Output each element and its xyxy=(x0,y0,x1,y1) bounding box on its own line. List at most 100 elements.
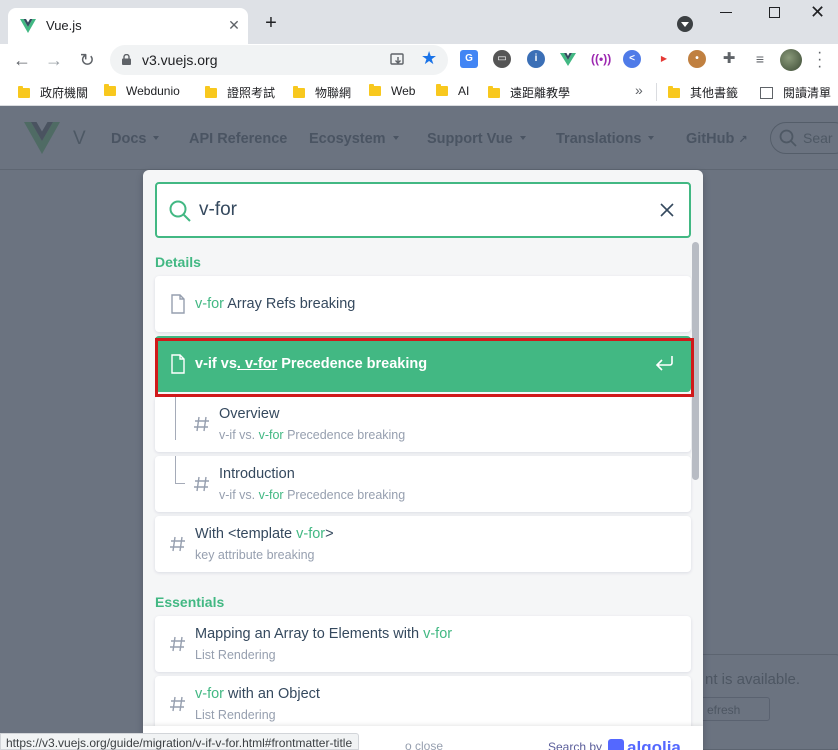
folder-icon xyxy=(104,84,116,96)
search-hit[interactable]: With <template v-for> key attribute brea… xyxy=(155,516,691,572)
folder-icon xyxy=(668,86,680,98)
search-hit[interactable]: Introduction v-if vs. v-for Precedence b… xyxy=(155,456,691,512)
nav-ecosystem[interactable]: Ecosystem xyxy=(309,131,399,147)
hit-path: v-if vs. v-for Precedence breaking xyxy=(219,428,406,442)
algolia-credit[interactable]: Search by algolia xyxy=(548,738,681,750)
folder-icon xyxy=(488,86,500,98)
install-icon[interactable] xyxy=(390,52,406,68)
reading-list-label: 閱讀清單 xyxy=(783,86,832,100)
site-search-placeholder: Sear xyxy=(803,130,833,146)
bookmark-folder[interactable]: Web xyxy=(369,84,415,100)
translate-extension-icon[interactable]: G xyxy=(460,50,478,68)
nav-docs[interactable]: Docs xyxy=(111,131,160,147)
url-text: v3.vuejs.org xyxy=(142,52,218,68)
bookmark-folder[interactable]: Webdunio xyxy=(104,84,180,100)
hash-icon xyxy=(170,536,185,552)
hit-title: Mapping an Array to Elements with v-for xyxy=(195,626,453,642)
section-title-details: Details xyxy=(155,254,201,270)
tab-close-icon[interactable]: ✕ xyxy=(226,17,242,33)
folder-icon xyxy=(18,86,30,98)
forward-icon[interactable]: → xyxy=(42,48,66,72)
search-results: Details v-for Array Refs breaking v-if v… xyxy=(143,242,703,732)
hash-icon xyxy=(194,476,209,492)
extension-icon[interactable]: i xyxy=(527,50,545,68)
folder-icon xyxy=(369,84,381,96)
bookmark-folder[interactable]: 證照考試 xyxy=(205,84,275,100)
status-bar-url: https://v3.vuejs.org/guide/migration/v-i… xyxy=(0,733,360,750)
podcast-extension-icon[interactable]: ((•)) xyxy=(591,50,611,68)
update-text: nt is available. xyxy=(705,671,801,688)
new-tab-button[interactable]: + xyxy=(260,12,282,34)
tree-branch xyxy=(175,456,185,484)
site-name: V xyxy=(73,128,86,149)
hit-path: v-if vs. v-for Precedence breaking xyxy=(219,488,406,502)
hit-title: Introduction xyxy=(219,466,295,482)
cookie-extension-icon[interactable]: • xyxy=(688,50,706,68)
profile-avatar[interactable] xyxy=(780,49,802,71)
window-close-icon[interactable]: ✕ xyxy=(810,2,825,23)
address-bar[interactable]: v3.vuejs.org ★ xyxy=(110,45,448,75)
minimize-icon[interactable] xyxy=(720,12,732,13)
document-icon xyxy=(171,294,185,314)
bookmarks-overflow-button[interactable]: » xyxy=(635,82,643,98)
search-form xyxy=(155,182,691,238)
refresh-button[interactable]: efresh xyxy=(696,697,770,721)
search-icon xyxy=(779,129,797,147)
search-input[interactable] xyxy=(199,197,639,223)
share-extension-icon[interactable]: < xyxy=(623,50,641,68)
reload-icon[interactable]: ↻ xyxy=(75,48,99,72)
nav-github[interactable]: GitHub ↗ xyxy=(686,131,748,147)
bookmark-star-icon[interactable]: ★ xyxy=(421,48,437,69)
tab-search-icon[interactable] xyxy=(677,16,693,32)
vue-logo-icon xyxy=(24,122,60,154)
vue-favicon-icon xyxy=(20,19,36,33)
back-icon[interactable]: ← xyxy=(10,48,34,72)
line-extension-icon[interactable]: ▭ xyxy=(493,50,511,68)
lock-icon xyxy=(122,54,131,65)
bookmark-label: 物聯網 xyxy=(315,86,352,100)
algolia-logo-icon xyxy=(608,739,625,750)
reading-list-button[interactable]: 閱讀清單 xyxy=(760,84,831,100)
tab-strip: Vue.js ✕ + ✕ xyxy=(0,0,838,44)
bookmark-folder[interactable]: AI xyxy=(436,84,469,100)
extensions-puzzle-icon[interactable]: ✚ xyxy=(720,50,738,68)
section-title-essentials: Essentials xyxy=(155,594,225,610)
other-bookmarks-folder[interactable]: 其他書籤 xyxy=(668,84,738,100)
hash-icon xyxy=(194,416,209,432)
maximize-icon[interactable] xyxy=(769,7,780,18)
search-icon xyxy=(169,200,191,222)
reading-list-icon xyxy=(760,87,773,99)
search-hit[interactable]: v-for Array Refs breaking xyxy=(155,276,691,332)
hit-title: Overview xyxy=(219,406,280,422)
search-hit[interactable]: Mapping an Array to Elements with v-for … xyxy=(155,616,691,672)
browser-toolbar: ← → ↻ v3.vuejs.org ★ G ▭ i ((•)) < ▶ • ✚… xyxy=(0,44,838,76)
hit-title: v-for Array Refs breaking xyxy=(195,296,356,312)
bookmark-label: AI xyxy=(458,84,470,98)
bookmark-label: 證照考試 xyxy=(227,86,276,100)
site-search-box[interactable]: Sear xyxy=(770,122,838,154)
hit-path: key attribute breaking xyxy=(195,548,315,562)
clear-icon[interactable] xyxy=(659,202,675,218)
bookmark-folder[interactable]: 物聯網 xyxy=(293,84,351,100)
bookmark-folder[interactable]: 遠距離教學 xyxy=(488,84,570,100)
folder-icon xyxy=(436,84,448,96)
docsearch-modal: Details v-for Array Refs breaking v-if v… xyxy=(143,170,703,750)
nav-translations[interactable]: Translations xyxy=(556,131,655,147)
bookmark-folder[interactable]: 政府機關 xyxy=(18,84,88,100)
browser-menu-icon[interactable]: · · · xyxy=(817,45,822,75)
search-hit[interactable]: v-for with an Object List Rendering xyxy=(155,676,691,732)
bookmarks-bar: 政府機關 Webdunio 證照考試 物聯網 Web AI 遠距離教學 » 其他… xyxy=(0,76,838,106)
tree-branch xyxy=(175,396,185,440)
media-control-icon[interactable]: ≡ xyxy=(751,50,769,68)
footer-close-hint: o close xyxy=(405,739,444,750)
hash-icon xyxy=(170,636,185,652)
vue-devtools-icon[interactable] xyxy=(559,50,577,68)
browser-tab[interactable]: Vue.js ✕ xyxy=(8,8,248,44)
bookmark-label: 遠距離教學 xyxy=(510,86,571,100)
bookmark-label: Webdunio xyxy=(126,84,180,98)
nav-support-vue[interactable]: Support Vue xyxy=(427,131,526,147)
search-hit[interactable]: Overview v-if vs. v-for Precedence break… xyxy=(155,396,691,452)
nav-api-reference[interactable]: API Reference xyxy=(189,131,287,147)
noads-extension-icon[interactable]: ▶ xyxy=(655,50,673,68)
highlight-annotation-box xyxy=(155,338,694,397)
